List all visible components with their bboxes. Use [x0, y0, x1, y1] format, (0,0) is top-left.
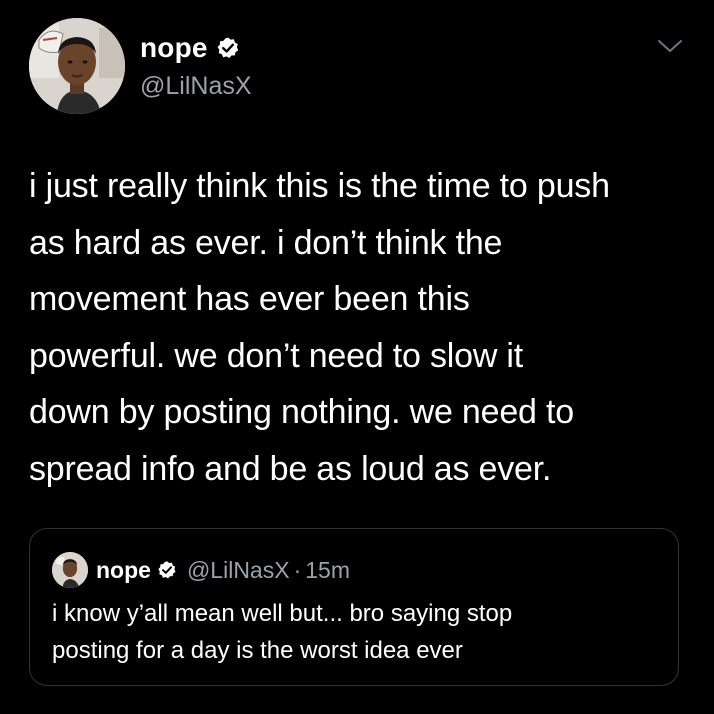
quoted-tweet-header: nope @LilNasX · 15m [52, 552, 350, 588]
quoted-author-handle[interactable]: @LilNasX [187, 557, 290, 584]
author-avatar[interactable] [29, 18, 125, 114]
tweet-text: i just really think this is the time to … [29, 158, 699, 497]
quoted-tweet-text-line: posting for a day is the worst idea ever [52, 637, 463, 664]
verified-badge-icon [217, 37, 238, 58]
tweet-text-line: as hard as ever. i don’t think the [29, 223, 503, 262]
separator-dot: · [293, 556, 302, 583]
tweet-text-line: i just really think this is the time to … [29, 167, 610, 205]
tweet-text-line: down by posting nothing. we need to [29, 393, 574, 431]
tweet-screenshot: nope @LilNasX i just really think this i… [0, 0, 714, 714]
tweet-text-line: spread info and be as loud as ever. [29, 449, 552, 488]
tweet-text-line: movement has ever been this [29, 280, 470, 318]
quoted-tweet-text-line: i know y’all mean well but... bro saying… [52, 600, 513, 627]
quoted-tweet-text: i know y’all mean well but... bro saying… [52, 595, 662, 669]
quoted-author-display-name[interactable]: nope [96, 557, 151, 584]
verified-badge-icon [158, 561, 176, 579]
quoted-tweet-timestamp[interactable]: 15m [305, 557, 350, 584]
author-name-row[interactable]: nope [140, 30, 240, 66]
quoted-tweet-card[interactable]: nope @LilNasX · 15m i know y’all mean we… [29, 528, 679, 686]
chevron-down-icon[interactable] [656, 36, 684, 56]
tweet-text-line: powerful. we don’t need to slow it [29, 336, 524, 375]
author-handle[interactable]: @LilNasX [140, 70, 252, 102]
author-display-name[interactable]: nope [140, 30, 208, 66]
quoted-author-avatar[interactable] [52, 552, 88, 588]
